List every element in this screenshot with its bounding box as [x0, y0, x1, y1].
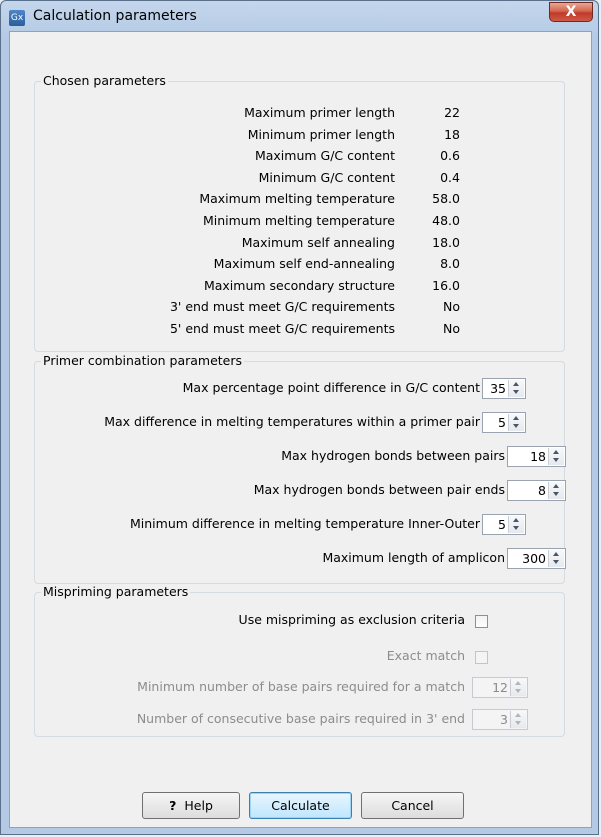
- combination-param-label: Max percentage point difference in G/C c…: [182, 380, 480, 395]
- chosen-param-value: 48.0: [432, 213, 460, 228]
- chosen-param-label: 3' end must meet G/C requirements: [169, 299, 395, 314]
- cancel-button[interactable]: Cancel: [361, 792, 464, 819]
- title-bar[interactable]: Gx Calculation parameters X: [1, 1, 598, 31]
- exact-match-checkbox[interactable]: [475, 651, 488, 664]
- chosen-param-value: 58.0: [432, 191, 460, 206]
- min-pairs-label: Minimum number of base pairs required fo…: [137, 679, 465, 694]
- spinner-arrows-icon[interactable]: [548, 482, 564, 499]
- chosen-param-value: No: [443, 321, 460, 336]
- combination-param-stepper[interactable]: 35: [482, 378, 526, 399]
- combination-param-stepper[interactable]: 18: [507, 446, 566, 467]
- help-label: Help: [184, 798, 213, 813]
- chosen-param-label: 5' end must meet G/C requirements: [169, 321, 395, 336]
- dialog-window: Gx Calculation parameters X Chosen param…: [0, 0, 599, 835]
- spinner-arrows-icon[interactable]: [548, 448, 564, 465]
- combination-param-value: 35: [490, 381, 506, 396]
- consecutive-pairs-stepper[interactable]: 3: [472, 709, 528, 730]
- consecutive-pairs-value: 3: [500, 712, 508, 727]
- calculate-label: Calculate: [271, 798, 330, 813]
- combination-param-value: 8: [538, 483, 546, 498]
- combination-param-label: Maximum length of amplicon: [322, 550, 505, 565]
- chosen-param-value: 8.0: [440, 256, 460, 271]
- chosen-param-label: Minimum G/C content: [258, 170, 395, 185]
- chosen-param-label: Minimum melting temperature: [202, 213, 395, 228]
- combination-param-label: Max hydrogen bonds between pairs: [281, 448, 505, 463]
- chosen-param-label: Maximum primer length: [244, 105, 395, 120]
- combination-param-label: Max difference in melting temperatures w…: [104, 414, 480, 429]
- window-title: Calculation parameters: [33, 8, 197, 24]
- chosen-param-value: No: [443, 299, 460, 314]
- dialog-content: Chosen parameters Primer combination par…: [9, 31, 592, 828]
- spinner-arrows-icon[interactable]: [548, 550, 564, 567]
- chosen-param-label: Maximum G/C content: [254, 148, 395, 163]
- chosen-param-value: 18.0: [432, 235, 460, 250]
- chosen-param-label: Maximum self annealing: [241, 235, 395, 250]
- combination-param-stepper[interactable]: 300: [507, 548, 566, 569]
- spinner-arrows-icon[interactable]: [508, 414, 524, 431]
- combination-param-label: Max hydrogen bonds between pair ends: [253, 482, 505, 497]
- spinner-arrows-icon[interactable]: [508, 380, 524, 397]
- chosen-param-value: 16.0: [432, 278, 460, 293]
- chosen-parameters-title: Chosen parameters: [41, 73, 168, 88]
- combination-param-value: 300: [522, 551, 546, 566]
- use-mispriming-label: Use mispriming as exclusion criteria: [238, 612, 465, 627]
- help-button[interactable]: ? Help: [142, 792, 240, 819]
- spinner-arrows-icon[interactable]: [510, 679, 526, 696]
- chosen-param-label: Maximum self end-annealing: [213, 256, 395, 271]
- exact-match-label: Exact match: [386, 648, 465, 663]
- chosen-param-label: Maximum secondary structure: [203, 278, 395, 293]
- cancel-label: Cancel: [391, 798, 434, 813]
- combination-param-stepper[interactable]: 5: [482, 412, 526, 433]
- chosen-param-label: Minimum primer length: [247, 127, 395, 142]
- primer-combination-title: Primer combination parameters: [41, 353, 245, 368]
- combination-param-label: Minimum difference in melting temperatur…: [130, 516, 480, 531]
- min-pairs-stepper[interactable]: 12: [472, 677, 528, 698]
- mispriming-title: Mispriming parameters: [41, 584, 191, 599]
- combination-param-value: 5: [498, 517, 506, 532]
- spinner-arrows-icon[interactable]: [508, 516, 524, 533]
- chosen-param-value: 0.6: [440, 148, 460, 163]
- chosen-param-value: 18: [444, 127, 460, 142]
- close-button[interactable]: X: [549, 2, 593, 22]
- use-mispriming-checkbox[interactable]: [475, 615, 488, 628]
- app-icon: Gx: [9, 10, 25, 26]
- calculate-button[interactable]: Calculate: [249, 792, 352, 819]
- combination-param-stepper[interactable]: 5: [482, 514, 526, 535]
- combination-param-value: 18: [530, 449, 546, 464]
- chosen-param-value: 0.4: [440, 170, 460, 185]
- combination-param-value: 5: [498, 415, 506, 430]
- combination-param-stepper[interactable]: 8: [507, 480, 566, 501]
- chosen-param-label: Maximum melting temperature: [199, 191, 395, 206]
- min-pairs-value: 12: [492, 680, 508, 695]
- consecutive-pairs-label: Number of consecutive base pairs require…: [136, 711, 465, 726]
- help-icon: ?: [169, 798, 177, 813]
- spinner-arrows-icon[interactable]: [510, 711, 526, 728]
- chosen-param-value: 22: [444, 105, 460, 120]
